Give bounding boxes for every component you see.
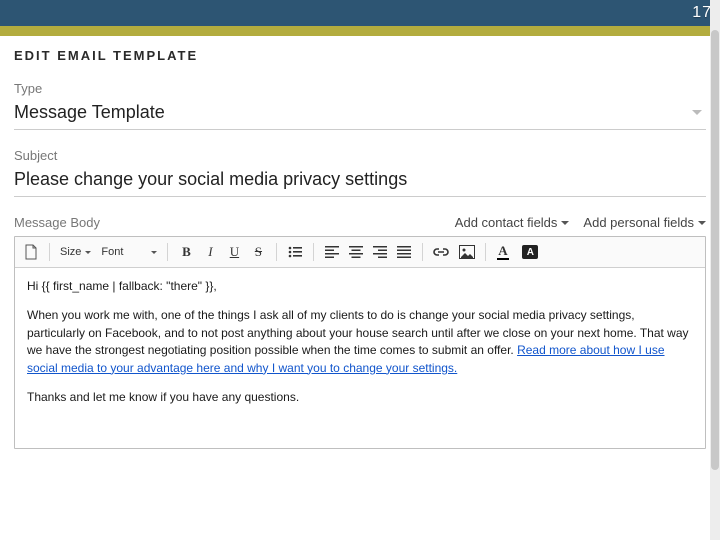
separator <box>276 243 277 261</box>
align-left-button[interactable] <box>324 243 340 261</box>
align-justify-button[interactable] <box>396 243 412 261</box>
greeting-line: Hi {{ first_name | fallback: "there" }}, <box>27 278 693 295</box>
size-label: Size <box>60 246 81 258</box>
bold-button[interactable]: B <box>178 243 194 261</box>
add-personal-label: Add personal fields <box>583 215 694 230</box>
subject-row <box>14 169 706 197</box>
slide-header: 17 <box>0 0 720 26</box>
chevron-down-icon <box>692 110 702 115</box>
bg-color-button[interactable]: A <box>522 243 541 261</box>
scrollbar-thumb[interactable] <box>711 30 719 470</box>
chevron-down-icon <box>151 251 157 254</box>
align-group <box>324 243 412 261</box>
body-paragraph: When you work me with, one of the things… <box>27 307 693 377</box>
font-family-select[interactable]: Font <box>101 246 157 258</box>
chevron-down-icon <box>85 251 91 254</box>
italic-button[interactable]: I <box>202 243 218 261</box>
accent-bar <box>0 26 720 36</box>
bg-color-letter: A <box>522 245 538 259</box>
closing-line: Thanks and let me know if you have any q… <box>27 389 693 406</box>
editor-toolbar: Size Font B I U S <box>15 237 705 268</box>
type-label: Type <box>14 81 706 96</box>
text-style-group: B I U S <box>178 243 266 261</box>
underline-button[interactable]: U <box>226 243 242 261</box>
strike-button[interactable]: S <box>250 243 266 261</box>
separator <box>313 243 314 261</box>
body-header: Message Body Add contact fields Add pers… <box>14 215 706 230</box>
link-button[interactable] <box>433 243 449 261</box>
chevron-down-icon <box>698 221 706 225</box>
editor-page: EDIT EMAIL TEMPLATE Type Message Templat… <box>0 36 720 449</box>
text-color-button[interactable]: A <box>496 243 512 261</box>
add-contact-label: Add contact fields <box>455 215 558 230</box>
font-label: Font <box>101 246 123 258</box>
body-label: Message Body <box>14 215 100 230</box>
separator <box>422 243 423 261</box>
page-title: EDIT EMAIL TEMPLATE <box>14 48 706 63</box>
scrollbar[interactable] <box>710 0 720 540</box>
separator <box>485 243 486 261</box>
add-personal-fields[interactable]: Add personal fields <box>583 215 706 230</box>
add-contact-fields[interactable]: Add contact fields <box>455 215 570 230</box>
separator <box>49 243 50 261</box>
rich-text-editor: Size Font B I U S <box>14 236 706 449</box>
separator <box>167 243 168 261</box>
image-button[interactable] <box>459 243 475 261</box>
align-right-button[interactable] <box>372 243 388 261</box>
align-center-button[interactable] <box>348 243 364 261</box>
type-select[interactable]: Message Template <box>14 102 706 130</box>
subject-input[interactable] <box>14 169 706 190</box>
chevron-down-icon <box>561 221 569 225</box>
text-color-letter: A <box>498 244 507 257</box>
message-body-input[interactable]: Hi {{ first_name | fallback: "there" }},… <box>15 268 705 448</box>
bullet-list-button[interactable] <box>287 243 303 261</box>
font-size-select[interactable]: Size <box>60 246 91 258</box>
type-value: Message Template <box>14 102 692 123</box>
subject-label: Subject <box>14 148 706 163</box>
insert-dropdowns: Add contact fields Add personal fields <box>455 215 706 230</box>
source-icon[interactable] <box>23 243 39 261</box>
